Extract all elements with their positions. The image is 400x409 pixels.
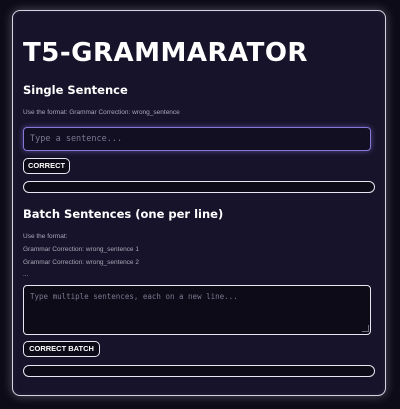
batch-hint-line: Grammar Correction: wrong_sentence 2 (23, 258, 139, 266)
batch-sentences-heading: Batch Sentences (one per line) (23, 207, 224, 221)
batch-sentences-textarea[interactable] (23, 285, 371, 336)
single-format-hint: Use the format: Grammar Correction: wron… (23, 109, 180, 116)
correct-batch-button[interactable]: CORRECT BATCH (23, 341, 100, 358)
app-card: T5-GRAMMARATOR Single Sentence Use the f… (12, 10, 386, 396)
single-sentence-heading: Single Sentence (23, 83, 128, 97)
batch-format-hint: Use the format: Grammar Correction: wron… (23, 232, 375, 279)
batch-hint-line: ... (23, 271, 29, 279)
batch-input-wrapper (23, 285, 375, 336)
single-sentence-input[interactable] (23, 127, 371, 151)
correct-button[interactable]: CORRECT (23, 158, 70, 174)
page-title: T5-GRAMMARATOR (23, 38, 308, 68)
batch-hint-line: Grammar Correction: wrong_sentence 1 (23, 245, 139, 253)
single-output (23, 181, 375, 193)
batch-hint-line: Use the format: (23, 233, 68, 240)
batch-output (23, 365, 375, 378)
resize-grip-icon[interactable] (362, 325, 369, 333)
